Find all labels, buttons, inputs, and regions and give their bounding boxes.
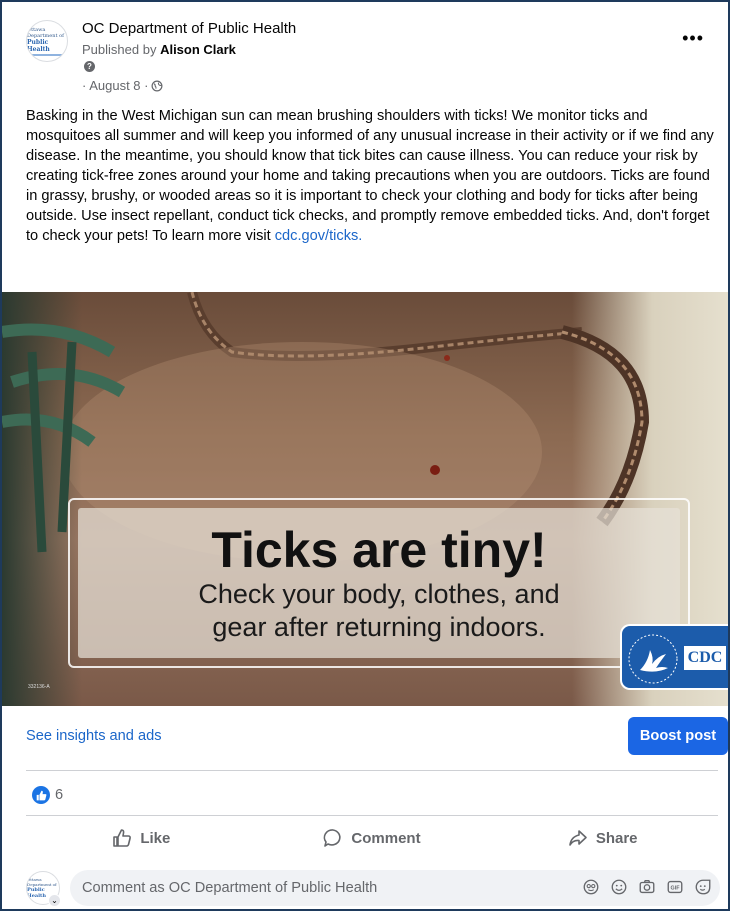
share-icon <box>569 830 587 846</box>
avatar-text-line2: Public Health <box>27 38 50 53</box>
gif-icon[interactable]: GIF <box>666 878 684 896</box>
camera-icon[interactable] <box>638 878 656 896</box>
svg-text:GIF: GIF <box>671 885 681 891</box>
avatar-stripe <box>32 53 62 56</box>
cdc-logo: CDC <box>620 624 728 690</box>
page-name[interactable]: OC Department of Public Health <box>82 20 296 37</box>
emoji-icon[interactable] <box>610 878 628 896</box>
post-date-line: · August 8 · <box>82 78 163 93</box>
divider <box>26 815 718 816</box>
like-count[interactable]: 6 <box>55 787 63 803</box>
globe-icon <box>152 80 163 91</box>
like-reaction-icon[interactable] <box>32 786 50 804</box>
share-label: Share <box>595 829 638 847</box>
published-prefix: Published by <box>82 42 161 57</box>
chevron-down-icon[interactable]: ⌄ <box>48 894 61 907</box>
post-card: Ottawa Department of Public Health OC De… <box>0 0 730 911</box>
help-icon[interactable]: ? <box>84 61 95 72</box>
commenter-avatar-line1: Ottawa Department of <box>27 877 57 887</box>
divider <box>26 770 718 771</box>
post-date[interactable]: · August 8 · <box>82 78 148 93</box>
like-label: Like <box>140 829 171 847</box>
image-caption-title: Ticks are tiny! <box>211 522 547 578</box>
image-caption-line1: Check your body, clothes, and <box>198 579 560 609</box>
cdc-logo-text: CDC <box>684 646 726 670</box>
published-by: Published by Alison Clark <box>82 42 236 57</box>
like-icon <box>113 829 132 847</box>
page-avatar[interactable]: Ottawa Department of Public Health <box>26 20 68 62</box>
comment-input[interactable] <box>82 870 562 906</box>
cdc-link[interactable]: cdc.gov/ticks. <box>275 228 363 244</box>
see-insights-link[interactable]: See insights and ads <box>26 728 162 744</box>
comment-icon <box>324 829 342 847</box>
hhs-eagle-icon <box>628 634 678 684</box>
image-caption-box: Ticks are tiny! Check your body, clothes… <box>68 498 690 668</box>
comment-tools: GIF <box>582 878 712 896</box>
image-caption-line2: gear after returning indoors. <box>212 612 546 642</box>
post-body: Basking in the West Michigan sun can mea… <box>26 108 714 244</box>
more-options-icon[interactable]: ••• <box>682 28 704 49</box>
thumbs-up-icon <box>36 790 46 800</box>
share-button[interactable]: Share <box>487 820 718 856</box>
boost-post-button[interactable]: Boost post <box>628 717 728 755</box>
image-id: 332136-A <box>28 684 50 690</box>
sticker-icon[interactable] <box>694 878 712 896</box>
comment-box: GIF <box>70 870 720 906</box>
comment-label: Comment <box>351 829 421 847</box>
post-text: Basking in the West Michigan sun can mea… <box>26 106 716 246</box>
like-button[interactable]: Like <box>26 820 257 856</box>
avatar-text-line1: Ottawa Department of <box>27 26 64 39</box>
publisher-name[interactable]: Alison Clark <box>160 42 236 57</box>
post-image[interactable]: Ticks are tiny! Check your body, clothes… <box>2 292 728 706</box>
avatar-sticker-icon[interactable] <box>582 878 600 896</box>
comment-button[interactable]: Comment <box>257 820 488 856</box>
post-header: Ottawa Department of Public Health OC De… <box>26 18 712 98</box>
post-actions: Like Comment Share <box>26 820 718 856</box>
image-caption-inner: Ticks are tiny! Check your body, clothes… <box>78 508 680 658</box>
